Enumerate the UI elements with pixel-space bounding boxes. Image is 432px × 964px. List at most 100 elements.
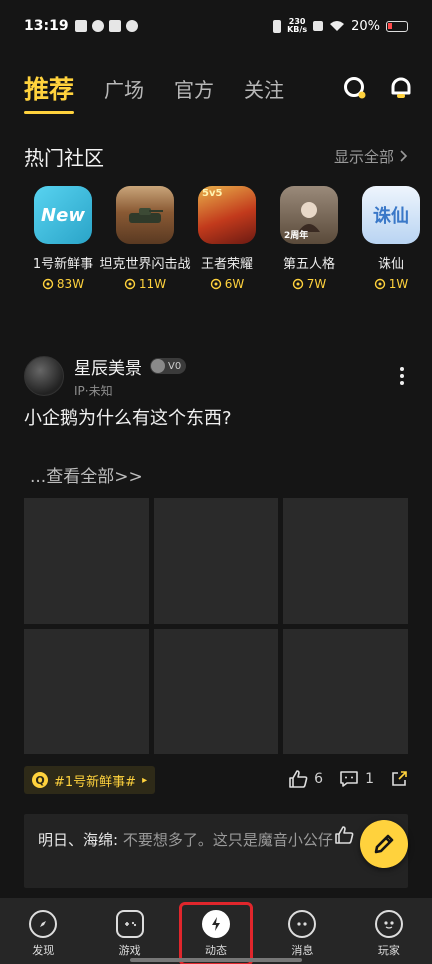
show-all-link[interactable]: 显示全部 <box>334 146 408 167</box>
gamepad-icon <box>115 910 144 938</box>
nav-players[interactable]: 玩家 <box>346 898 432 964</box>
show-all-label: 显示全部 <box>333 148 394 166</box>
topic-tag-label: #1号新鲜事# <box>54 774 137 790</box>
nav-label: 游戏 <box>118 944 141 957</box>
member-icon <box>292 278 303 290</box>
nav-label: 玩家 <box>377 944 400 957</box>
community-icon-text: 5v5 <box>202 188 223 199</box>
like-count: 6 <box>314 771 324 787</box>
nav-games[interactable]: 游戏 <box>86 898 172 964</box>
community-count-value: 6W <box>224 277 245 291</box>
post-author-meta: 星辰美景 V0 IP·未知 <box>74 354 187 399</box>
net-speed-unit: KB/s <box>287 25 308 34</box>
thumbs-up-icon <box>289 770 308 788</box>
top-nav: 推荐 广场 官方 关注 <box>24 66 414 114</box>
share-icon <box>392 771 407 786</box>
community-item[interactable]: 诛仙 诛仙 1W <box>350 186 432 296</box>
community-name: 1号新鲜事 <box>32 257 94 272</box>
like-button[interactable]: 6 <box>288 770 323 788</box>
nav-label: 消息 <box>291 944 314 957</box>
wifi-icon <box>330 21 345 31</box>
community-count-value: 1W <box>388 277 409 291</box>
player-icon <box>374 910 403 938</box>
lightning-icon <box>202 910 231 938</box>
topic-tag-arrow: ▸ <box>142 774 148 786</box>
community-item[interactable]: New 1号新鲜事 83W <box>22 186 104 296</box>
net-speed: 230 KB/s <box>287 18 307 34</box>
community-icon-text: 2周年 <box>284 231 309 241</box>
community-list: New 1号新鲜事 83W 坦克世界闪击战 11W 5v5 王者荣耀 6W 2周… <box>22 186 432 296</box>
image-thumbnail[interactable] <box>24 498 149 624</box>
top-nav-icons <box>342 75 414 101</box>
notification-icon <box>74 20 87 32</box>
author-row: 星辰美景 V0 <box>74 354 187 379</box>
more-options-icon[interactable] <box>392 367 412 385</box>
avatar[interactable] <box>24 356 64 396</box>
tab-square[interactable]: 广场 <box>104 74 144 103</box>
status-bar: 13:19 230 KB/s 20% <box>0 0 432 52</box>
bell-icon[interactable] <box>388 75 414 101</box>
community-count: 6W <box>210 277 245 291</box>
status-right: 230 KB/s 20% <box>273 18 408 34</box>
community-item[interactable]: 坦克世界闪击战 11W <box>100 186 191 296</box>
community-count-value: 11W <box>138 277 167 291</box>
author-name[interactable]: 星辰美景 <box>74 354 142 379</box>
chevron-right-icon <box>400 148 408 166</box>
community-icon-honor-of-kings: 5v5 <box>198 186 256 244</box>
comment-button[interactable]: 1 <box>339 770 374 788</box>
community-name: 诛仙 <box>377 257 404 272</box>
compass-icon <box>29 910 58 938</box>
comment-icon <box>340 771 358 787</box>
community-count-value: 7W <box>306 277 327 291</box>
community-item[interactable]: 5v5 王者荣耀 6W <box>186 186 268 296</box>
member-icon <box>374 278 385 290</box>
nav-label: 发现 <box>32 944 55 957</box>
comment-text: 不要想多了。这只是魔音小公仔 <box>122 831 333 849</box>
nav-discover[interactable]: 发现 <box>0 898 86 964</box>
no-sim-icon <box>313 21 324 31</box>
member-icon <box>42 278 54 290</box>
tab-recommend[interactable]: 推荐 <box>24 70 75 114</box>
crown-icon <box>108 20 121 32</box>
community-count-value: 83W <box>56 277 85 291</box>
nav-label: 动态 <box>205 944 228 957</box>
search-icon[interactable] <box>342 75 368 101</box>
share-button[interactable] <box>390 770 408 788</box>
community-icon-new: New <box>34 186 92 244</box>
image-thumbnail[interactable] <box>153 628 279 754</box>
comment-count: 1 <box>365 771 374 787</box>
comment-like-icon[interactable] <box>334 826 354 848</box>
community-item[interactable]: 2周年 第五人格 7W <box>268 186 350 296</box>
community-name: 第五人格 <box>282 257 335 272</box>
image-grid <box>24 498 408 754</box>
compose-button[interactable] <box>360 820 408 868</box>
pencil-icon <box>374 834 394 854</box>
image-thumbnail[interactable] <box>283 498 408 624</box>
community-count: 7W <box>292 277 327 291</box>
nav-feed[interactable]: 动态 <box>173 898 259 964</box>
topic-tag[interactable]: Q #1号新鲜事# ▸ <box>24 766 156 794</box>
community-icon-text: New <box>41 204 85 226</box>
community-count: 1W <box>374 277 409 291</box>
notification-icons <box>74 20 138 32</box>
see-all-link[interactable]: ...查看全部>> <box>30 462 143 487</box>
community-icon-tank <box>116 186 174 244</box>
nav-messages[interactable]: 消息 <box>259 898 345 964</box>
community-count: 11W <box>124 277 166 291</box>
level-badge-text: V0 <box>168 360 182 372</box>
home-indicator[interactable] <box>130 958 302 962</box>
community-count: 83W <box>42 277 84 291</box>
tab-follow[interactable]: 关注 <box>244 74 284 103</box>
community-icon-zhuxian: 诛仙 <box>362 186 420 244</box>
comment-author[interactable]: 明日、海绵: <box>38 831 118 849</box>
image-thumbnail[interactable] <box>283 628 408 754</box>
battery-percent: 20% <box>351 18 380 34</box>
image-thumbnail[interactable] <box>24 628 149 754</box>
tab-official[interactable]: 官方 <box>174 74 214 103</box>
image-thumbnail[interactable] <box>153 498 279 624</box>
status-time: 13:19 <box>24 18 69 34</box>
section-title: 热门社区 <box>24 146 104 170</box>
post-text[interactable]: 小企鹅为什么有这个东西? <box>24 404 232 430</box>
post-header: 星辰美景 V0 IP·未知 <box>24 352 412 400</box>
hot-communities-header: 热门社区 显示全部 <box>24 142 408 171</box>
